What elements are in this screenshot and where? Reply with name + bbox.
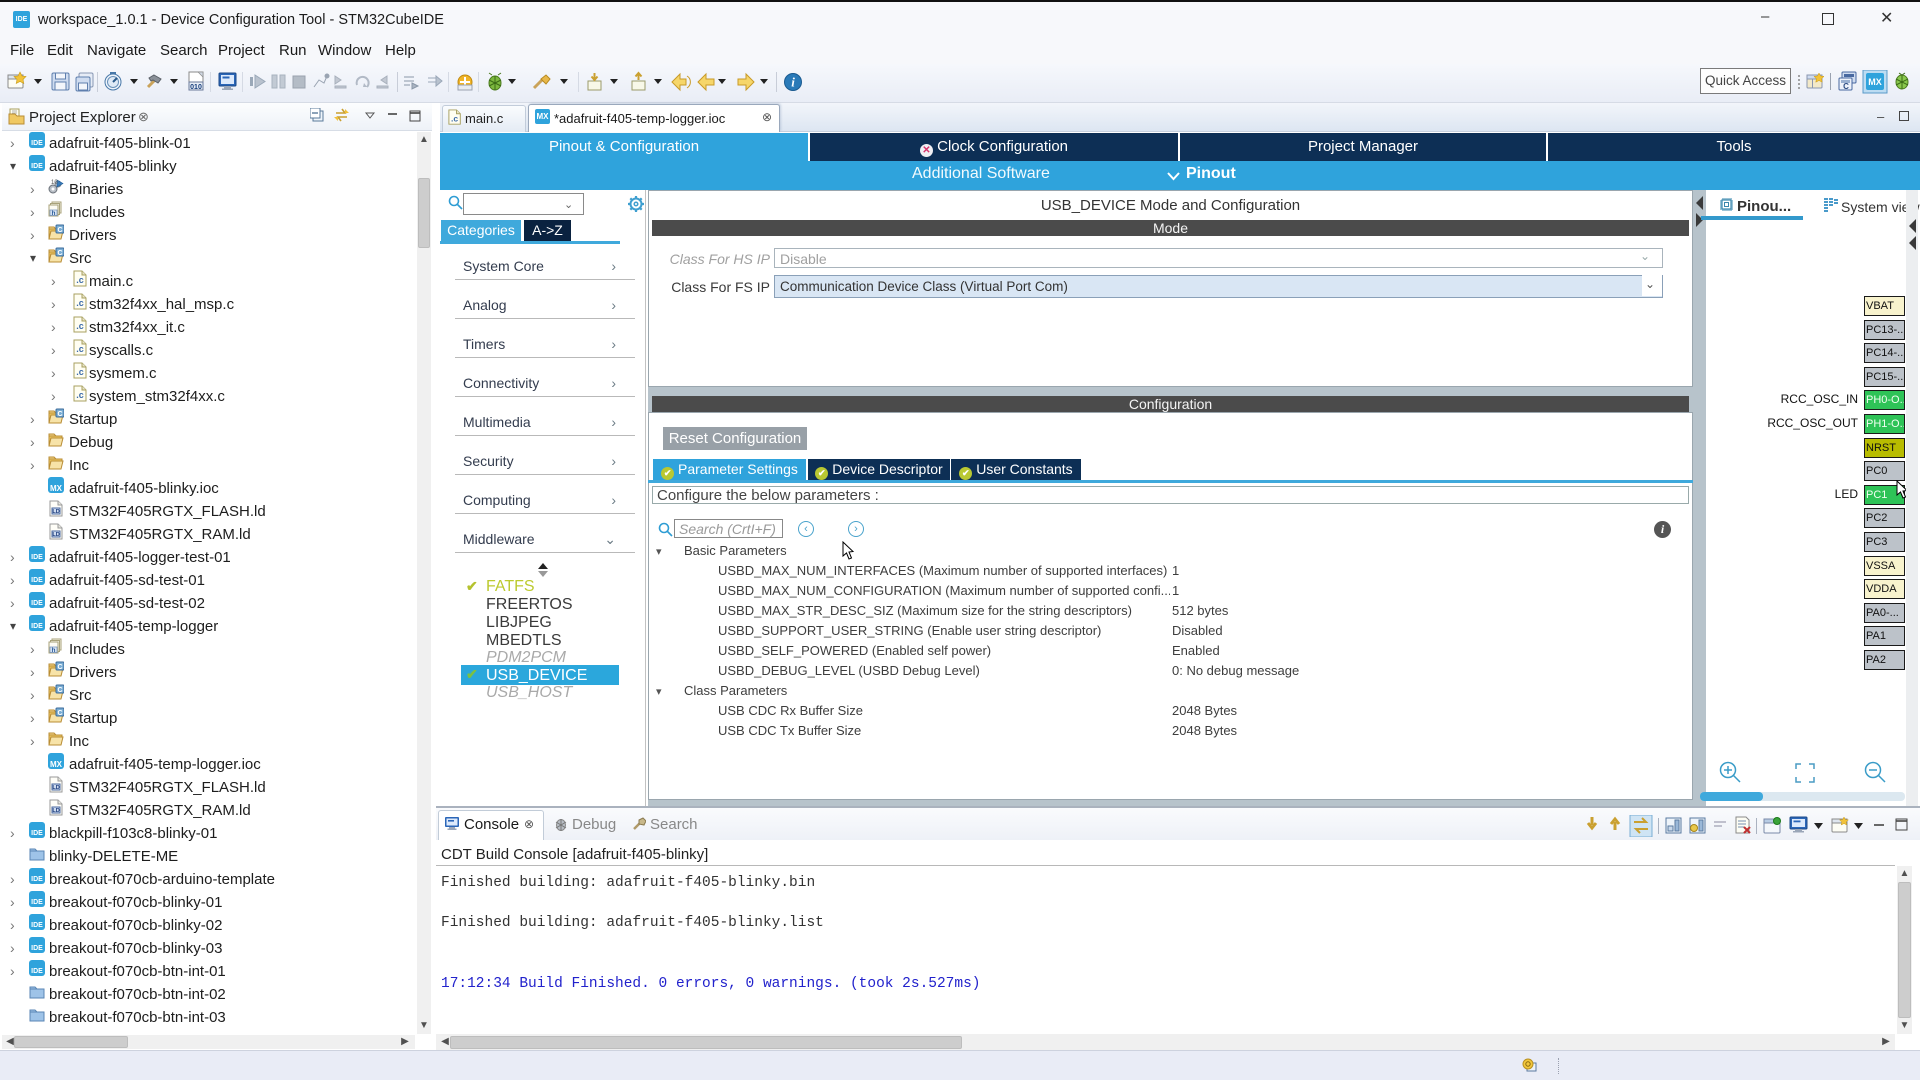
svg-text:010: 010 — [190, 84, 202, 91]
svg-text:C: C — [1843, 82, 1849, 91]
svg-text:i: i — [791, 75, 795, 90]
svg-text:MX: MX — [1868, 77, 1882, 87]
